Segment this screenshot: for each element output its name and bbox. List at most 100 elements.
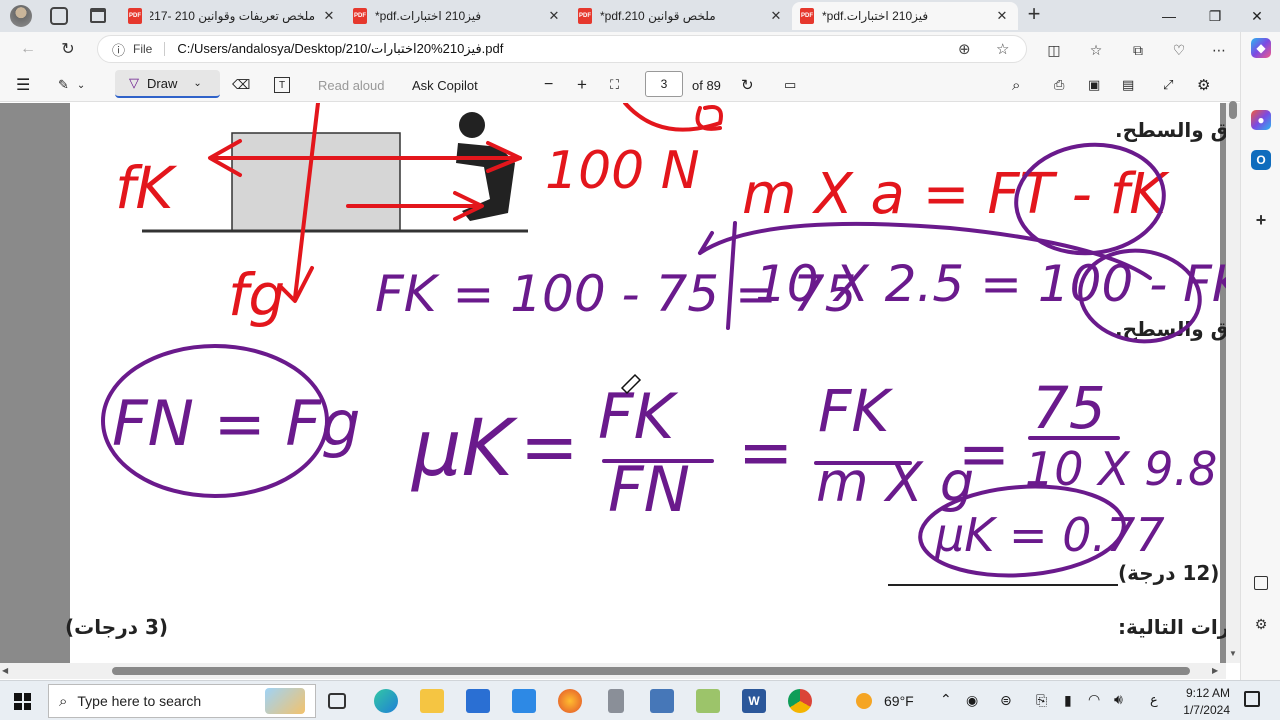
tray-icon-3[interactable]: ⎘ xyxy=(1036,692,1047,709)
app-icon-3[interactable] xyxy=(696,689,720,713)
page-number-input[interactable]: 3 xyxy=(645,71,683,97)
zoom-in-button[interactable]: + xyxy=(577,74,587,96)
tray-icon-2[interactable]: ⊜ xyxy=(1000,692,1012,709)
rotate-icon[interactable]: ↻ xyxy=(741,74,754,96)
app-icon-1[interactable] xyxy=(608,689,624,713)
search-icon[interactable]: ⌕ xyxy=(1012,74,1020,96)
fn-eq-text: FN = Fg xyxy=(112,387,360,460)
refresh-button[interactable]: ↻ xyxy=(54,37,82,61)
minimize-button[interactable]: — xyxy=(1146,0,1192,32)
address-bar-row: ← ↻ ⓘ File C:/Users/andalosya/Desktop/21… xyxy=(0,32,1280,66)
tab-actions-icon[interactable] xyxy=(90,8,106,23)
language-indicator[interactable]: ع xyxy=(1150,692,1158,708)
scroll-left-arrow[interactable]: ◀ xyxy=(2,666,8,675)
tab-title: ملخص تعريفات وقوانين 210 -217* xyxy=(150,9,315,23)
clock-time[interactable]: 9:12 AM xyxy=(1174,686,1230,700)
address-bar[interactable]: ⓘ File C:/Users/andalosya/Desktop/210/في… xyxy=(97,35,1027,63)
volume-icon[interactable]: 🔊︎ xyxy=(1114,691,1123,708)
word-icon[interactable]: W xyxy=(742,689,766,713)
vertical-scroll-thumb[interactable] xyxy=(1229,101,1237,119)
eq3-text: 10 X 2.5 = 100 - FK xyxy=(755,255,1226,313)
scroll-down-arrow[interactable]: ▼ xyxy=(1229,649,1237,658)
mail-icon[interactable] xyxy=(512,689,536,713)
print-icon[interactable]: ⎙ xyxy=(1054,74,1064,96)
vertical-scrollbar[interactable]: ▲ ▼ xyxy=(1226,101,1240,663)
close-icon[interactable]: ✕ xyxy=(768,8,784,24)
notifications-icon[interactable] xyxy=(1244,691,1260,707)
horizontal-scroll-thumb[interactable] xyxy=(112,667,1190,675)
favorite-star-icon[interactable]: ☆ xyxy=(996,40,1009,58)
more-menu-icon[interactable]: ⋯ xyxy=(1208,39,1230,61)
windows-start-icon[interactable] xyxy=(14,693,31,710)
box-figure xyxy=(231,132,401,232)
zoom-icon[interactable]: ⊕ xyxy=(958,40,971,58)
eraser-icon[interactable]: ⌫ xyxy=(232,74,250,96)
marks-text: (3 درجات) xyxy=(65,615,168,639)
add-sidebar-app-icon[interactable]: + xyxy=(1251,210,1271,230)
split-screen-icon[interactable]: ◫ xyxy=(1043,39,1065,61)
page-view-icon[interactable]: ▭ xyxy=(784,74,796,96)
settings-gear-icon[interactable]: ⚙ xyxy=(1197,74,1210,96)
save-as-icon[interactable]: ▤ xyxy=(1122,74,1134,96)
info-icon[interactable]: ⓘ xyxy=(112,40,125,59)
edge-taskbar-icon[interactable] xyxy=(374,689,398,713)
close-icon[interactable]: ✕ xyxy=(546,8,562,24)
wifi-icon[interactable]: ◠ xyxy=(1088,691,1100,708)
fk-label: fK xyxy=(115,154,177,222)
new-tab-button[interactable]: + xyxy=(1022,3,1046,27)
restore-button[interactable]: ❐ xyxy=(1192,0,1238,32)
frac2-num: FK xyxy=(818,377,893,445)
copilot-icon[interactable]: ◆ xyxy=(1251,38,1271,58)
app-icon-2[interactable] xyxy=(650,689,674,713)
tab-3[interactable]: PDF ملخص قوانين 210.pdf* ✕ xyxy=(570,2,792,30)
profile-avatar[interactable] xyxy=(10,5,32,27)
close-icon[interactable]: ✕ xyxy=(994,8,1010,24)
task-view-icon[interactable] xyxy=(328,693,346,709)
url-text[interactable]: C:/Users/andalosya/Desktop/210/فيز210%20… xyxy=(177,41,503,57)
tab-4-active[interactable]: PDF فيز210 اختبارات.pdf* ✕ xyxy=(792,2,1018,30)
clock-date[interactable]: 1/7/2024 xyxy=(1174,703,1230,717)
draw-button[interactable]: ▽ Draw ⌄ xyxy=(115,70,220,98)
workspaces-icon[interactable] xyxy=(50,7,68,25)
outlook-icon[interactable]: O xyxy=(1251,150,1271,170)
collections-icon[interactable]: ⧉ xyxy=(1127,39,1149,61)
horizontal-scrollbar[interactable]: ◀ ▶ xyxy=(0,663,1226,679)
sidebar-toggle-icon[interactable] xyxy=(1254,576,1268,590)
scheme-label: File xyxy=(133,42,166,56)
highlight-icon[interactable]: ✎ ⌄ xyxy=(58,74,85,96)
zoom-out-button[interactable]: − xyxy=(544,74,553,96)
equals-2: = xyxy=(738,414,793,491)
weather-text[interactable]: 69°F xyxy=(884,693,914,709)
browser-essentials-icon[interactable]: ♡ xyxy=(1168,39,1190,61)
equals-3: = xyxy=(958,417,1010,490)
chevron-down-icon[interactable]: ⌄ xyxy=(193,78,201,89)
chrome-icon[interactable] xyxy=(788,689,812,713)
tray-icon-1[interactable]: ◉ xyxy=(966,692,978,709)
weather-icon[interactable] xyxy=(856,693,872,709)
taskbar-search-box[interactable]: ⌕ Type here to search xyxy=(48,684,316,718)
firefox-icon[interactable] xyxy=(558,689,582,713)
office-icon[interactable]: ● xyxy=(1251,110,1271,130)
fit-page-icon[interactable]: ⛶ xyxy=(610,74,619,96)
show-hidden-icons[interactable]: ⌃ xyxy=(940,691,952,708)
battery-icon[interactable]: ▮ xyxy=(1064,692,1072,709)
close-window-button[interactable]: ✕ xyxy=(1234,0,1280,32)
pdf-viewport[interactable]: 1- قوة الاحتكاك بين الصندوق والسطح. 2- م… xyxy=(0,103,1226,663)
contents-icon[interactable]: ☰ xyxy=(16,74,30,96)
add-text-icon[interactable]: T xyxy=(274,77,290,93)
store-icon[interactable] xyxy=(466,689,490,713)
ask-copilot-button[interactable]: Ask Copilot xyxy=(412,74,478,96)
favorites-icon[interactable]: ☆ xyxy=(1085,39,1107,61)
fullscreen-icon[interactable]: ⤢ xyxy=(1163,74,1173,96)
frac3-den: 10 X 9.8 xyxy=(1025,442,1217,496)
section-title: السؤال الثاني: (12 درجة) xyxy=(1118,561,1226,586)
tab-2[interactable]: PDF فيز210 اختبارات.pdf* ✕ xyxy=(345,2,570,30)
close-icon[interactable]: ✕ xyxy=(321,8,337,24)
read-aloud-button[interactable]: Read aloud xyxy=(318,74,385,96)
save-icon[interactable]: ▣ xyxy=(1088,74,1100,96)
tab-1[interactable]: PDF ملخص تعريفات وقوانين 210 -217* ✕ xyxy=(120,2,345,30)
back-button[interactable]: ← xyxy=(14,37,42,61)
file-explorer-icon[interactable] xyxy=(420,689,444,713)
scroll-right-arrow[interactable]: ▶ xyxy=(1212,666,1218,675)
sidebar-settings-icon[interactable]: ⚙ xyxy=(1251,614,1271,634)
